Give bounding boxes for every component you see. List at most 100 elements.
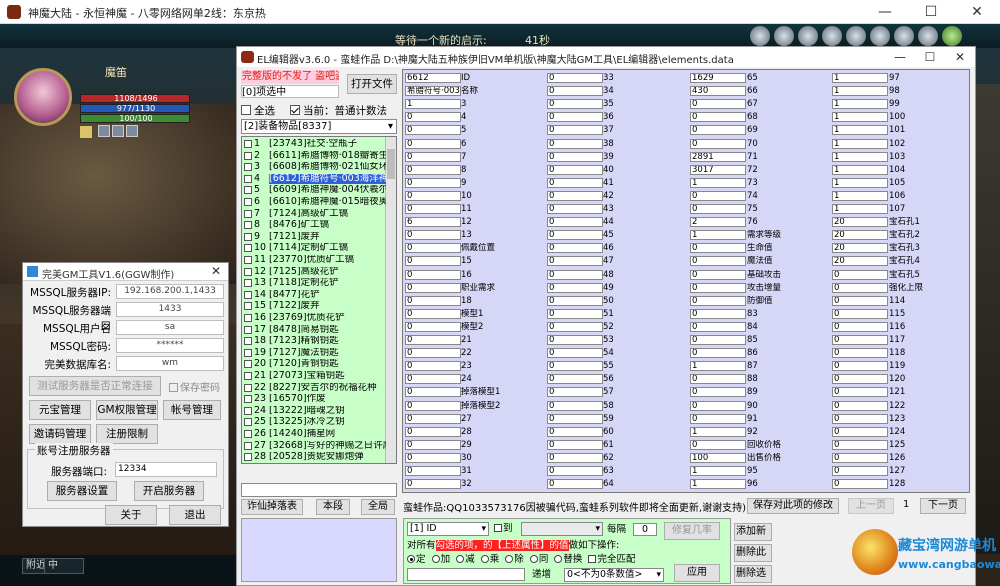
grid-value-input[interactable]: 0 (547, 413, 603, 424)
grid-value-input[interactable]: 0 (547, 99, 603, 110)
grid-value-input[interactable]: 0 (547, 164, 603, 175)
grid-value-input[interactable]: 0 (832, 479, 888, 490)
grid-value-input[interactable]: 0 (547, 295, 603, 306)
grid-value-input[interactable]: 1 (832, 204, 888, 214)
grid-value-input[interactable]: 0 (690, 125, 746, 136)
grid-value-input[interactable]: 0 (547, 243, 603, 254)
item-checkbox[interactable] (244, 383, 252, 392)
grid-value-input[interactable]: 0 (405, 426, 461, 437)
exit-button[interactable]: 退出 (169, 505, 221, 525)
grid-value-input[interactable]: 0 (547, 230, 603, 241)
item-checkbox[interactable] (244, 174, 252, 183)
grid-value-input[interactable]: 0 (547, 374, 603, 385)
grid-value-input[interactable]: 1 (690, 361, 746, 372)
grid-value-input[interactable]: 0 (547, 217, 603, 228)
item-list-row[interactable]: 24 [13222]暗魂之钥 (242, 406, 386, 417)
grid-value-input[interactable]: 0 (832, 335, 888, 345)
item-checkbox[interactable] (244, 348, 252, 357)
drop-table-button[interactable]: 诈仙掉落表 (241, 499, 303, 515)
grid-value-input[interactable]: 0 (405, 479, 461, 490)
grid-value-input[interactable]: 3017 (690, 164, 746, 175)
database-input[interactable]: wm (116, 356, 224, 371)
grid-value-input[interactable]: 0 (690, 387, 746, 398)
grid-value-input[interactable]: 0 (690, 348, 746, 359)
item-list-row[interactable]: 23 [16570]作废 (242, 394, 386, 405)
grid-value-input[interactable]: 0 (832, 348, 888, 359)
grid-value-input[interactable]: 0 (690, 400, 746, 411)
to-checkbox[interactable]: 到 (494, 523, 513, 535)
server-settings-button[interactable]: 服务器设置 (47, 481, 117, 501)
exact-match-checkbox[interactable]: 完全匹配 (588, 554, 635, 565)
item-checkbox[interactable] (244, 186, 252, 195)
grid-value-input[interactable]: 0 (832, 282, 888, 293)
minimize-button[interactable]: — (862, 0, 908, 24)
grid-value-input[interactable]: 0 (832, 413, 888, 424)
grid-value-input[interactable]: 0 (832, 400, 888, 411)
about-button[interactable]: 关于 (105, 505, 157, 525)
item-checkbox[interactable] (244, 221, 252, 230)
item-list-row[interactable]: 16 [23769]优质花铲 (242, 313, 386, 324)
item-checkbox[interactable] (244, 163, 252, 172)
grid-value-input[interactable]: 1 (832, 125, 888, 136)
item-list-row[interactable]: 21 [27073]宝箱钥匙 (242, 371, 386, 382)
item-checkbox[interactable] (244, 430, 252, 438)
item-list-row[interactable]: 2 [6611]希腊博物·018瓣寄生·黄 (242, 151, 386, 162)
grid-value-input[interactable]: 2891 (690, 151, 746, 162)
grid-value-input[interactable]: 0 (405, 138, 461, 149)
item-checkbox[interactable] (244, 290, 252, 299)
grid-value-input[interactable]: 0 (547, 190, 603, 201)
grid-value-input[interactable]: 0 (405, 269, 461, 280)
fix-rate-button[interactable]: 修复几率 (664, 522, 720, 540)
grid-value-input[interactable]: 1 (832, 73, 888, 83)
item-list-row[interactable]: 6 [6610]希腊神魔·015暗夜奥旅 (242, 197, 386, 208)
grid-value-input[interactable]: 0 (547, 112, 603, 123)
save-password-checkbox[interactable]: 保存密码 (169, 379, 220, 394)
item-list-row[interactable]: 18 [7123]精钢钥匙 (242, 336, 386, 347)
start-server-button[interactable]: 开启服务器 (134, 481, 204, 501)
add-new-button[interactable]: 添加新 (734, 523, 772, 541)
password-input[interactable]: ****** (116, 338, 224, 353)
grid-value-input[interactable]: 0 (547, 452, 603, 463)
item-list-row[interactable]: 15 [7122]废弃 (242, 301, 386, 312)
grid-value-input[interactable]: 1 (690, 479, 746, 490)
grid-value-input[interactable]: 0 (832, 361, 888, 372)
grid-value-input[interactable]: 0 (690, 439, 746, 450)
item-list-row[interactable]: 11 [23770]优质矿工镐 (242, 255, 386, 266)
grid-value-input[interactable]: 1 (832, 86, 888, 97)
grid-value-input[interactable]: 0 (405, 230, 461, 241)
grid-value-input[interactable]: 0 (832, 452, 888, 463)
item-list-row[interactable]: 8 [8476]矿工镐 (242, 220, 386, 231)
item-list-row[interactable]: 13 [7118]定制花铲 (242, 278, 386, 289)
field-select[interactable]: [1] ID (407, 522, 489, 536)
grid-value-input[interactable]: 0 (405, 256, 461, 267)
grid-value-input[interactable]: 0 (547, 204, 603, 214)
grid-value-input[interactable]: 0 (832, 466, 888, 476)
delete-this-button[interactable]: 删除此 (734, 544, 772, 562)
grid-value-input[interactable]: 0 (547, 335, 603, 345)
item-checkbox[interactable] (244, 140, 252, 148)
item-list-row[interactable]: 20 [7120]青铜钥匙 (242, 359, 386, 370)
grid-value-input[interactable]: 20 (832, 217, 888, 228)
item-list-row[interactable]: 5 [6609]希腊神魔·004伏羲尔·冲 (242, 185, 386, 196)
grid-value-input[interactable]: 0 (690, 321, 746, 332)
grid-value-input[interactable]: 0 (547, 348, 603, 359)
chat-tab-mid[interactable]: 中 (44, 558, 84, 574)
item-checkbox[interactable] (244, 372, 252, 380)
grid-value-input[interactable]: 0 (405, 282, 461, 293)
value-input[interactable] (407, 568, 525, 581)
grid-value-input[interactable]: 0 (547, 400, 603, 411)
grid-value-input[interactable]: 20 (832, 230, 888, 241)
grid-value-input[interactable]: 1 (690, 426, 746, 437)
to-field-select[interactable] (521, 522, 603, 536)
grid-value-input[interactable]: 希腊符号·003 (405, 86, 461, 97)
grid-value-input[interactable]: 0 (547, 466, 603, 476)
grid-value-input[interactable]: 0 (547, 125, 603, 136)
grid-value-input[interactable]: 0 (405, 400, 461, 411)
item-list-row[interactable]: 3 [6608]希腊博物·021仙女环·火 (242, 162, 386, 173)
grid-value-input[interactable]: 0 (405, 466, 461, 476)
item-checkbox[interactable] (244, 302, 252, 311)
grid-value-input[interactable]: 0 (405, 204, 461, 214)
buff-icon[interactable] (126, 125, 138, 137)
grid-value-input[interactable]: 1 (832, 99, 888, 110)
grid-value-input[interactable]: 0 (405, 112, 461, 123)
